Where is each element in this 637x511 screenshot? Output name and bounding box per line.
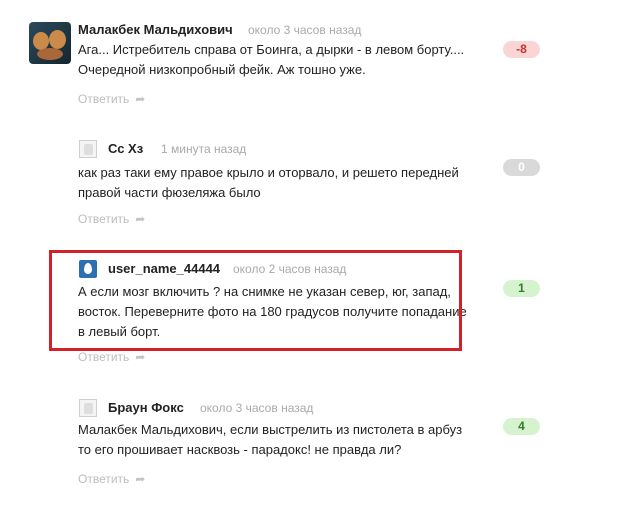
comment-text: как раз таки ему правое крыло и оторвало… bbox=[78, 165, 459, 200]
reply-arrow-icon: ➦ bbox=[135, 212, 146, 226]
reply-label: Ответить bbox=[78, 350, 130, 364]
comment-time: 1 минута назад bbox=[161, 142, 247, 156]
rating-badge: 1 bbox=[503, 280, 540, 297]
reply-label: Ответить bbox=[78, 92, 130, 106]
reply-button[interactable]: Ответить ➦ bbox=[78, 472, 145, 486]
comment-time: около 3 часов назад bbox=[248, 23, 362, 37]
rating-badge: 4 bbox=[503, 418, 540, 435]
default-avatar-icon[interactable] bbox=[79, 140, 97, 158]
comment-time: около 3 часов назад bbox=[200, 401, 314, 415]
reply-button[interactable]: Ответить ➦ bbox=[78, 92, 145, 106]
comment-author[interactable]: Малакбек Мальдихович bbox=[78, 22, 233, 37]
reply-arrow-icon: ➦ bbox=[135, 472, 146, 486]
rating-badge: 0 bbox=[503, 159, 540, 176]
comment-text: Малакбек Мальдихович, если выстрелить из… bbox=[78, 422, 463, 457]
reply-arrow-icon: ➦ bbox=[135, 350, 146, 364]
reply-arrow-icon: ➦ bbox=[135, 92, 146, 106]
highlight-frame bbox=[49, 250, 462, 351]
default-avatar-icon[interactable] bbox=[79, 399, 97, 417]
avatar[interactable] bbox=[29, 22, 71, 64]
reply-button[interactable]: Ответить ➦ bbox=[78, 212, 145, 226]
reply-label: Ответить bbox=[78, 472, 130, 486]
comment-author[interactable]: Браун Фокс bbox=[108, 400, 184, 415]
rating-badge: -8 bbox=[503, 41, 540, 58]
comment-author[interactable]: Сс Хз bbox=[108, 141, 143, 156]
comment-text: Ага... Истребитель справа от Боинга, а д… bbox=[78, 42, 465, 77]
photo-avatar-icon bbox=[29, 22, 71, 64]
reply-button[interactable]: Ответить ➦ bbox=[78, 350, 145, 364]
reply-label: Ответить bbox=[78, 212, 130, 226]
